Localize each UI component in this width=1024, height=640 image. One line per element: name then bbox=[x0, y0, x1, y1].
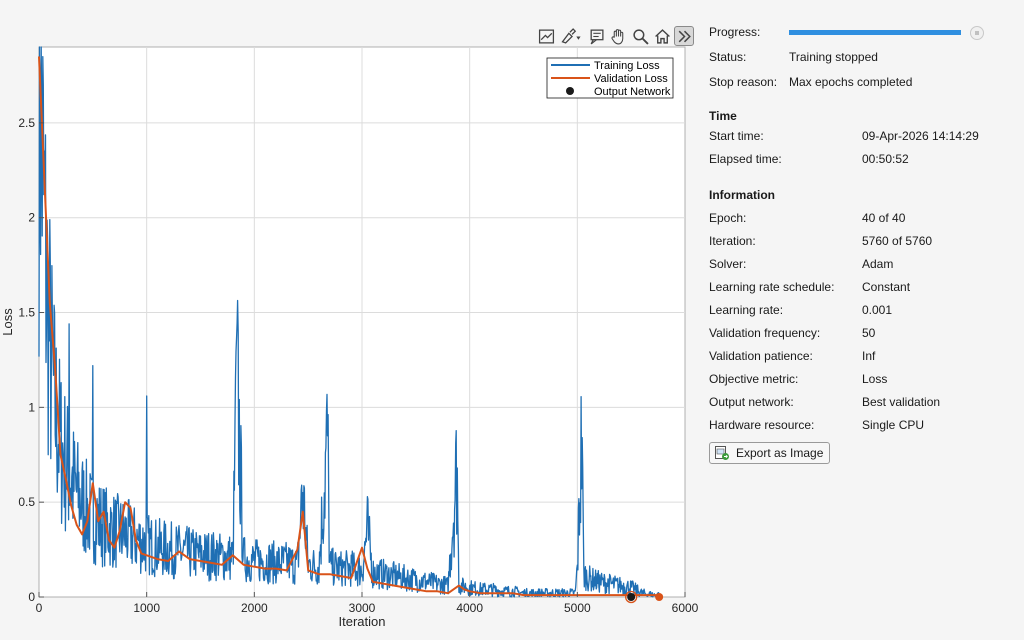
x-tick-label: 2000 bbox=[241, 601, 268, 615]
info-row-value: 40 of 40 bbox=[862, 211, 906, 225]
x-tick-label: 1000 bbox=[133, 601, 160, 615]
status-value: Training stopped bbox=[789, 50, 878, 64]
info-row-label: Learning rate: bbox=[709, 303, 784, 317]
x-tick-label: 5000 bbox=[564, 601, 591, 615]
legend-swatch-output bbox=[566, 87, 574, 95]
legend-output-network: Output Network bbox=[594, 86, 671, 98]
training-info-panel: Progress: Status: Training stopped Stop … bbox=[709, 0, 1009, 640]
brush-icon[interactable] bbox=[558, 26, 584, 46]
info-row-value: Loss bbox=[862, 372, 888, 386]
info-row-value: Single CPU bbox=[862, 418, 925, 432]
info-row-value: Inf bbox=[862, 349, 876, 363]
axes-toolbar bbox=[536, 26, 694, 46]
info-row-value: Constant bbox=[862, 280, 911, 294]
info-row-label: Objective metric: bbox=[709, 372, 799, 386]
info-row-label: Output network: bbox=[709, 395, 794, 409]
export-as-image-label: Export as Image bbox=[736, 446, 824, 460]
y-tick-label: 0 bbox=[28, 590, 35, 604]
info-row-value: Best validation bbox=[862, 395, 941, 409]
collapse-icon[interactable] bbox=[674, 26, 694, 46]
progress-bar-fill bbox=[789, 30, 961, 35]
legend-training-loss: Training Loss bbox=[594, 60, 660, 72]
legend-validation-loss: Validation Loss bbox=[594, 73, 668, 85]
info-row-label: Iteration: bbox=[709, 234, 756, 248]
info-row-label: Epoch: bbox=[709, 211, 747, 225]
output-network-marker bbox=[627, 593, 636, 601]
y-tick-label: 2 bbox=[28, 211, 35, 225]
x-axis-label: Iteration bbox=[339, 614, 386, 629]
stop-icon[interactable] bbox=[970, 26, 984, 40]
final-validation-marker bbox=[655, 593, 664, 601]
pan-icon[interactable] bbox=[608, 26, 628, 46]
progress-label: Progress: bbox=[709, 25, 761, 39]
start-time-label: Start time: bbox=[709, 129, 764, 143]
info-row-value: Adam bbox=[862, 257, 894, 271]
y-axis-label: Loss bbox=[0, 308, 15, 336]
chart-legend[interactable]: Training Loss Validation Loss Output Net… bbox=[546, 57, 674, 99]
info-row-value: 5760 of 5760 bbox=[862, 234, 933, 248]
info-row-label: Validation patience: bbox=[709, 349, 813, 363]
y-tick-label: 2.5 bbox=[18, 116, 35, 130]
info-row-value: 0.001 bbox=[862, 303, 893, 317]
export-axes-icon[interactable] bbox=[536, 26, 556, 46]
zoom-icon[interactable] bbox=[630, 26, 650, 46]
export-as-image-button[interactable]: Export as Image bbox=[709, 442, 831, 464]
elapsed-time-value: 00:50:52 bbox=[862, 152, 909, 166]
x-tick-label: 0 bbox=[36, 601, 43, 615]
info-row-label: Solver: bbox=[709, 257, 747, 271]
loss-chart: 0 1000 2000 3000 4000 5000 6000 0 0.5 1 1.5 2 2.5 It… bbox=[0, 46, 699, 629]
info-row-value: 50 bbox=[862, 326, 876, 340]
start-time-value: 09-Apr-2026 14:14:29 bbox=[862, 129, 979, 143]
info-row-label: Validation frequency: bbox=[709, 326, 821, 340]
elapsed-time-label: Elapsed time: bbox=[709, 152, 782, 166]
time-section-title: Time bbox=[709, 109, 737, 123]
info-row-label: Hardware resource: bbox=[709, 418, 815, 432]
export-image-icon bbox=[715, 446, 729, 460]
data-tip-icon[interactable] bbox=[586, 26, 606, 46]
info-row-label: Learning rate schedule: bbox=[709, 280, 835, 294]
x-tick-label: 4000 bbox=[456, 601, 483, 615]
x-tick-label: 3000 bbox=[349, 601, 376, 615]
y-tick-label: 0.5 bbox=[18, 495, 35, 509]
y-tick-label: 1.5 bbox=[18, 306, 35, 320]
y-tick-label: 1 bbox=[28, 400, 35, 414]
stop-reason-label: Stop reason: bbox=[709, 75, 778, 89]
home-icon[interactable] bbox=[652, 26, 672, 46]
training-plot[interactable]: 0 1000 2000 3000 4000 5000 6000 0 0.5 1 1.5 2 2.5 It… bbox=[0, 0, 700, 640]
status-label: Status: bbox=[709, 50, 747, 64]
stop-reason-value: Max epochs completed bbox=[789, 75, 913, 89]
progress-bar bbox=[789, 30, 961, 35]
information-section-title: Information bbox=[709, 188, 775, 202]
x-tick-label: 6000 bbox=[672, 601, 699, 615]
